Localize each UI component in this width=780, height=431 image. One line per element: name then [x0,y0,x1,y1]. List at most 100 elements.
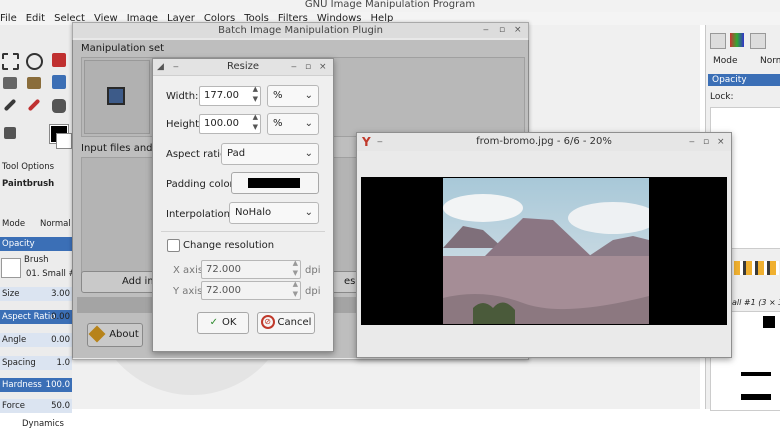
chevron-down-icon: ⌄ [304,118,313,129]
resize-menu-icon[interactable]: ‒ [173,59,179,75]
aspect-ratio-value: Pad [227,148,246,159]
force-slider[interactable]: Force 50.0 [0,399,72,413]
width-unit-select[interactable]: % ⌄ [267,85,319,107]
paths-tab-icon[interactable] [750,33,766,49]
bromo-photo [443,178,649,324]
menu-file[interactable]: File [0,12,17,25]
rect-select-icon[interactable] [2,53,19,70]
aspect-label: Aspect Ratio [2,312,56,322]
bimp-title-bar: Batch Image Manipulation Plugin ‒ ▫ × [73,23,528,38]
padding-color-label: Padding color: [166,179,237,190]
separator [161,231,325,232]
background-color-swatch[interactable] [56,133,72,149]
interpolation-select[interactable]: NoHalo ⌄ [229,202,319,224]
hardness-slider[interactable]: Hardness 100.0 [0,378,72,392]
size-slider[interactable]: Size 3.00 [0,287,72,301]
preview-image[interactable] [361,177,727,325]
padding-color-swatch [248,178,300,188]
height-unit-select[interactable]: % ⌄ [267,113,319,135]
y-axis-value: 72.000 [206,285,241,296]
preview-title-bar: Y ‒ from-bromo.jpg - 6/6 - 20% ‒ ▫ × [357,133,731,151]
resize-close-icon[interactable]: × [319,59,327,75]
chevron-down-icon: ⌄ [304,207,313,218]
bimp-title: Batch Image Manipulation Plugin [218,25,383,36]
brush-thumb-line[interactable] [741,372,771,376]
height-spin-icon[interactable]: ▲ ▼ [253,112,258,132]
x-axis-spin-icon[interactable]: ▲ ▼ [293,258,298,278]
layers-tab-icon[interactable] [710,33,726,49]
transform-icon[interactable] [27,77,41,89]
bimp-maximize-icon[interactable]: ▫ [499,23,505,38]
toolbox: Tool Options Paintbrush Mode Normal Opaci… [0,25,72,429]
brush-thumb-thick[interactable] [741,394,771,400]
chevron-down-icon: ⌄ [304,148,313,159]
resize-minimize-icon[interactable]: ‒ [291,59,297,75]
force-label: Force [2,401,25,411]
height-unit-value: % [273,118,283,129]
warp-icon[interactable] [52,75,66,89]
spacing-slider[interactable]: Spacing 1.0 [0,356,72,370]
interpolation-value: NoHalo [235,207,272,218]
spacing-label: Spacing [2,358,36,368]
aspect-ratio-slider[interactable]: Aspect Ratio 0.00 [0,310,72,324]
y-axis-input[interactable]: 72.000 ▲ ▼ [201,279,301,300]
opacity-slider[interactable]: Opacity [0,237,72,251]
tool-options-tab[interactable]: Tool Options [0,160,72,174]
resize-maximize-icon[interactable]: ▫ [305,59,311,75]
brush-label: Brush [24,255,49,265]
preview-title: from-bromo.jpg - 6/6 - 20% [476,136,612,147]
bimp-minimize-icon[interactable]: ‒ [483,23,489,38]
ok-label: OK [221,317,237,328]
change-resolution-label[interactable]: Change resolution [183,240,274,251]
paintbrush-icon[interactable] [3,98,17,112]
patterns-swatch-row[interactable] [734,261,779,275]
width-input[interactable]: 177.00 ▲ ▼ [199,84,261,106]
change-resolution-checkbox[interactable] [167,239,180,252]
bimp-close-icon[interactable]: × [514,23,522,38]
preview-maximize-icon[interactable]: ▫ [703,133,709,151]
brush-thumb-square[interactable] [763,316,775,328]
dock-opacity-label: Opacity [712,75,747,85]
preview-minimize-icon[interactable]: ‒ [689,133,695,151]
aspect-ratio-select[interactable]: Pad ⌄ [221,143,319,165]
clone-icon[interactable] [52,99,66,113]
lasso-icon[interactable] [26,53,43,70]
cancel-label: Cancel [277,317,312,328]
tool-name: Paintbrush [2,179,55,189]
mode-label: Mode [2,219,26,229]
resize-title: Resize [226,61,260,72]
resize-app-icon: ◢ [157,62,164,72]
padding-color-button[interactable] [231,172,319,194]
ok-button[interactable]: ✓ OK [197,312,249,334]
chevron-down-icon: ⌄ [304,90,313,101]
cancel-button[interactable]: ⊘ Cancel [257,312,315,334]
mode-row[interactable]: Mode Normal [0,217,72,231]
mode-value: Normal [40,219,71,229]
preview-menu-icon[interactable]: ‒ [377,133,383,151]
resize-title-bar: Resize ◢ ‒ ‒ ▫ × [153,59,333,76]
dock-mode-value[interactable]: Norm [760,56,780,66]
height-input[interactable]: 100.00 ▲ ▼ [199,112,261,134]
preview-close-icon[interactable]: × [717,133,725,151]
brush-preview[interactable] [1,258,21,278]
channels-tab-icon[interactable] [730,33,744,47]
fuzzy-select-icon[interactable] [52,53,66,67]
y-axis-spin-icon[interactable]: ▲ ▼ [293,279,298,299]
dock-mode-label: Mode [713,56,738,66]
menu-edit[interactable]: Edit [26,12,45,25]
angle-slider[interactable]: Angle 0.00 [0,333,72,347]
eraser-icon[interactable] [27,98,41,112]
aspect-value: 0.00 [51,312,70,322]
dock-opacity-slider[interactable]: Opacity [708,74,780,86]
height-label: Height: [166,119,203,130]
crop-icon[interactable] [3,77,17,89]
smudge-icon[interactable] [4,127,16,139]
hardness-label: Hardness [2,380,42,390]
size-value: 3.00 [51,289,70,299]
brush-info-label: all #1 (3 × 3) [732,298,780,307]
width-spin-icon[interactable]: ▲ ▼ [253,84,258,104]
resize-dialog: Resize ◢ ‒ ‒ ▫ × Width: 177.00 ▲ ▼ % ⌄ Hei… [152,58,334,352]
x-axis-input[interactable]: 72.000 ▲ ▼ [201,258,301,279]
dynamics-label[interactable]: Dynamics [20,417,72,431]
viewer-app-icon: Y [362,135,371,149]
